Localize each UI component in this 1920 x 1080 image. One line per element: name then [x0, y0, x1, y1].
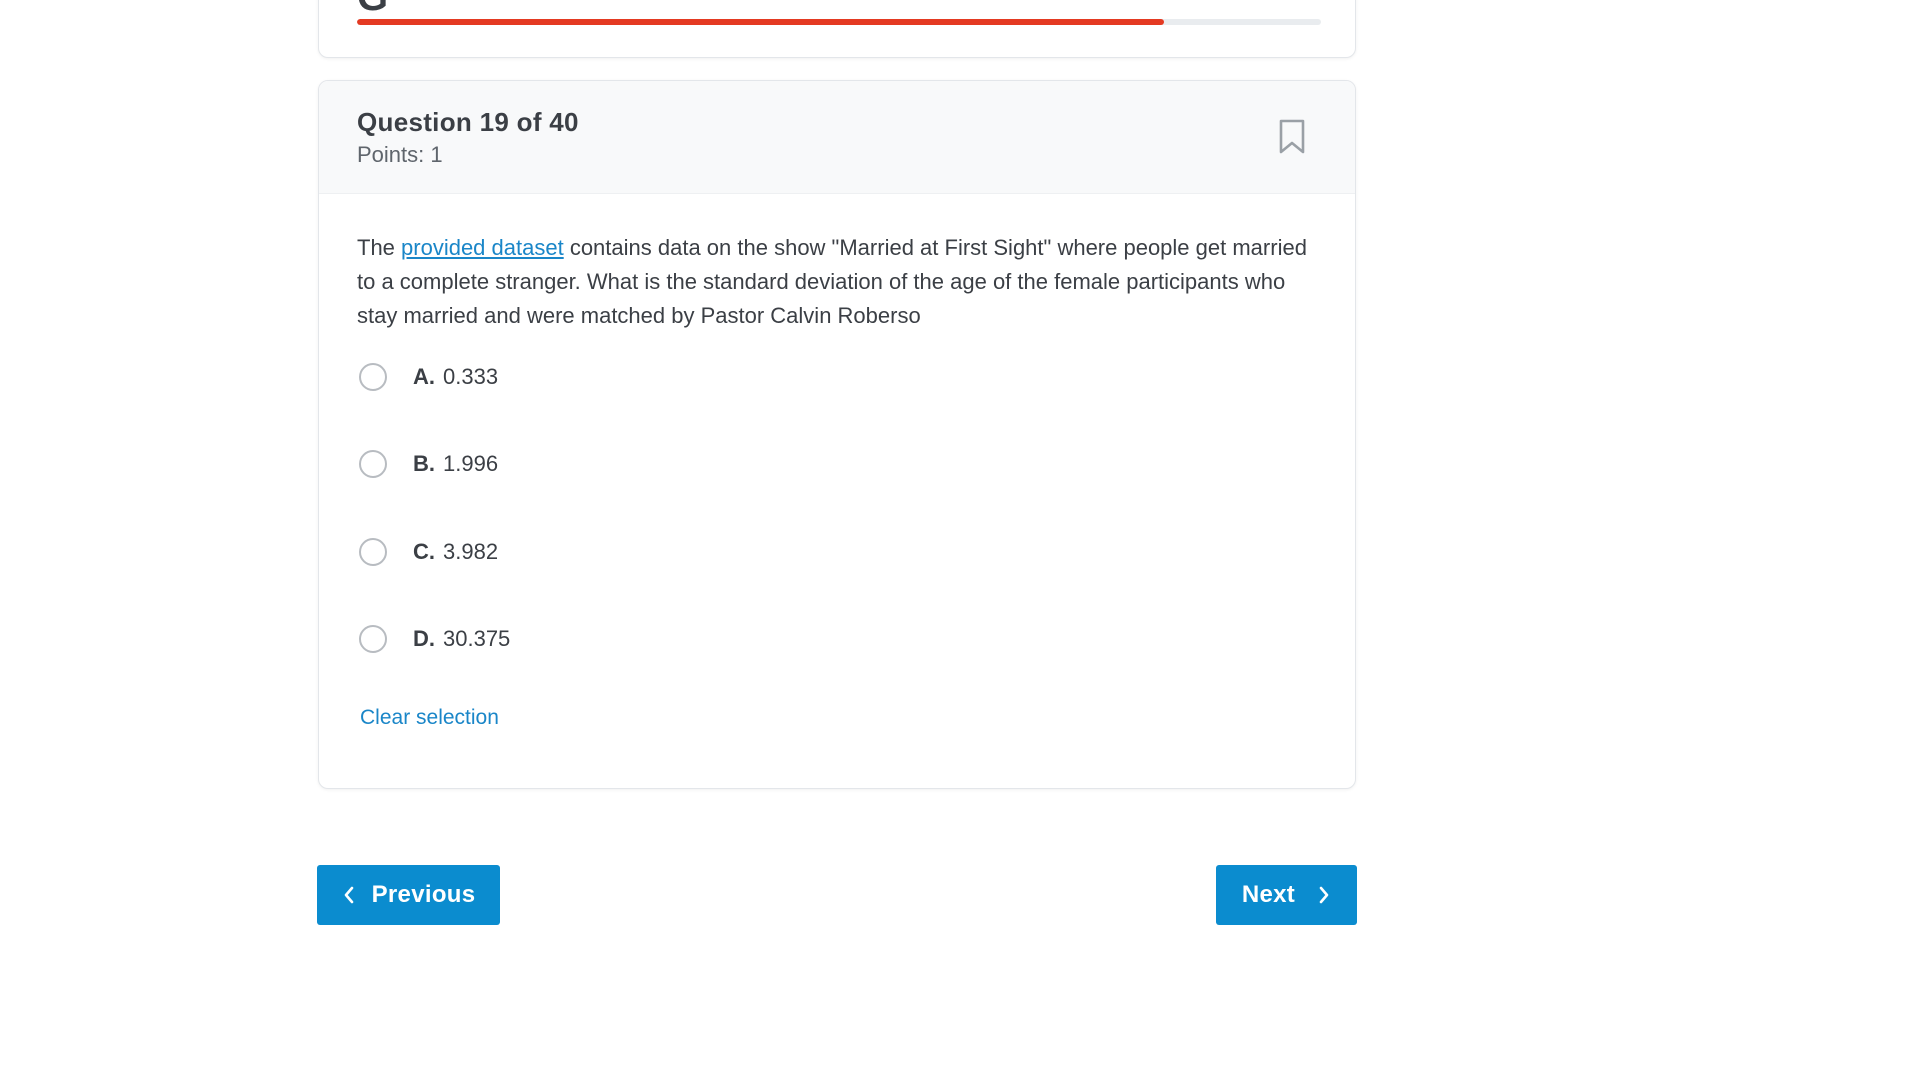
option-value: 3.982: [443, 539, 499, 564]
radio-button[interactable]: [359, 450, 387, 478]
next-button-label: Next: [1241, 881, 1296, 908]
answer-option-b[interactable]: B. 1.996: [357, 442, 498, 486]
option-value: 0.333: [443, 364, 499, 389]
radio-button[interactable]: [359, 363, 387, 391]
question-points: Points: 1: [357, 142, 443, 167]
option-value: 1.996: [443, 451, 499, 476]
radio-button[interactable]: [359, 538, 387, 566]
chevron-left-icon: [344, 886, 353, 904]
quiz-page: G Question 19 of 40 Points: 1 The provid…: [0, 0, 1920, 1080]
option-letter: A.: [413, 364, 435, 389]
question-text: The provided dataset contains data on th…: [357, 231, 1307, 333]
option-letter: B.: [413, 451, 435, 476]
question-card: Question 19 of 40 Points: 1 The provided…: [318, 80, 1356, 789]
bookmark-icon-svg: [1279, 119, 1305, 154]
provided-dataset-link[interactable]: provided dataset: [401, 235, 564, 260]
chevron-right-icon: [1319, 886, 1329, 904]
option-letter: C.: [413, 539, 435, 564]
clear-selection-link[interactable]: Clear selection: [360, 706, 499, 730]
previous-button[interactable]: Previous: [317, 865, 500, 925]
answer-option-a[interactable]: A. 0.333: [357, 355, 498, 399]
option-letter: D.: [413, 626, 435, 651]
radio-button[interactable]: [359, 625, 387, 653]
previous-button-label: Previous: [371, 881, 476, 908]
progress-bar: [357, 19, 1321, 25]
question-title: Question 19 of 40: [357, 107, 579, 137]
option-value: 30.375: [443, 626, 511, 651]
progress-heading-fragment: G: [357, 0, 388, 17]
answer-option-d[interactable]: D. 30.375: [357, 617, 510, 661]
progress-card: G: [318, 0, 1356, 58]
progress-bar-fill: [357, 19, 1164, 25]
question-text-start: The: [357, 235, 402, 260]
bookmark-icon[interactable]: [1277, 119, 1307, 155]
next-button[interactable]: Next: [1216, 865, 1357, 925]
answer-option-c[interactable]: C. 3.982: [357, 530, 498, 574]
question-header: Question 19 of 40 Points: 1: [319, 81, 1355, 194]
